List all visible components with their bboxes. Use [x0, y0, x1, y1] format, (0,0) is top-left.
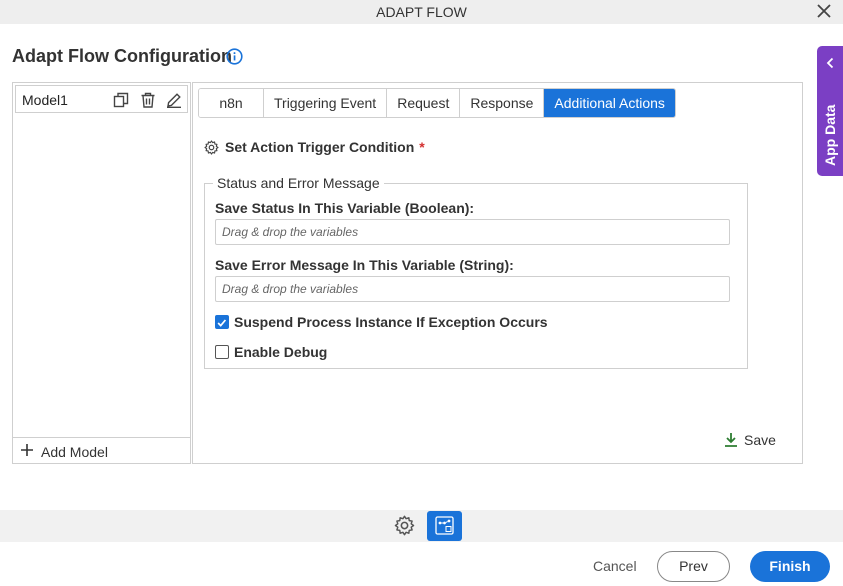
flow-icon — [435, 516, 454, 535]
plus-icon — [21, 444, 33, 456]
gear-icon — [204, 140, 219, 155]
model-item[interactable]: Model1 — [15, 85, 188, 113]
window-titlebar: ADAPT FLOW — [0, 0, 843, 24]
cancel-button[interactable]: Cancel — [593, 558, 637, 574]
status-error-group: Status and Error Message Save Status In … — [204, 175, 748, 369]
check-icon — [217, 319, 227, 327]
configuration-panel: n8n Triggering Event Request Response Ad… — [192, 82, 803, 464]
page-title: Adapt Flow Configuration — [12, 46, 232, 66]
copy-icon[interactable] — [113, 92, 129, 108]
status-variable-label: Save Status In This Variable (Boolean): — [215, 200, 475, 216]
close-icon[interactable] — [815, 2, 833, 20]
trigger-condition-label: Set Action Trigger Condition — [225, 139, 415, 155]
models-panel: Model1 Add Model — [12, 82, 191, 464]
enable-debug-label: Enable Debug — [234, 344, 328, 360]
status-variable-field[interactable]: Drag & drop the variables — [215, 219, 730, 245]
tab-triggering-event[interactable]: Triggering Event — [264, 89, 388, 117]
suspend-process-label: Suspend Process Instance If Exception Oc… — [234, 314, 548, 330]
group-legend: Status and Error Message — [213, 175, 384, 191]
suspend-process-checkbox[interactable] — [215, 315, 229, 329]
model-name: Model1 — [22, 92, 68, 108]
info-icon[interactable] — [226, 48, 243, 65]
tab-bar: n8n Triggering Event Request Response Ad… — [198, 88, 676, 118]
tab-response[interactable]: Response — [460, 89, 545, 117]
flow-view-button[interactable] — [427, 511, 462, 541]
edit-icon[interactable] — [166, 92, 182, 108]
chevron-left-icon — [826, 57, 834, 69]
trash-icon[interactable] — [140, 92, 156, 108]
finish-button[interactable]: Finish — [750, 551, 830, 582]
enable-debug-checkbox[interactable] — [215, 345, 229, 359]
save-button[interactable]: Save — [720, 431, 780, 449]
tab-n8n[interactable]: n8n — [199, 89, 264, 117]
bottom-toolbar — [0, 510, 843, 542]
prev-button[interactable]: Prev — [657, 551, 730, 582]
add-model-label: Add Model — [41, 444, 108, 460]
app-data-label: App Data — [822, 104, 838, 166]
error-variable-label: Save Error Message In This Variable (Str… — [215, 257, 514, 273]
tab-additional-actions[interactable]: Additional Actions — [544, 89, 675, 117]
required-mark: * — [419, 139, 425, 155]
add-model-button[interactable]: Add Model — [13, 437, 190, 463]
download-icon — [725, 433, 737, 447]
tab-request[interactable]: Request — [387, 89, 461, 117]
window-title: ADAPT FLOW — [376, 4, 467, 20]
gear-icon[interactable] — [394, 515, 415, 536]
app-data-drawer-toggle[interactable]: App Data — [817, 46, 843, 176]
save-label: Save — [744, 432, 776, 448]
error-variable-field[interactable]: Drag & drop the variables — [215, 276, 730, 302]
